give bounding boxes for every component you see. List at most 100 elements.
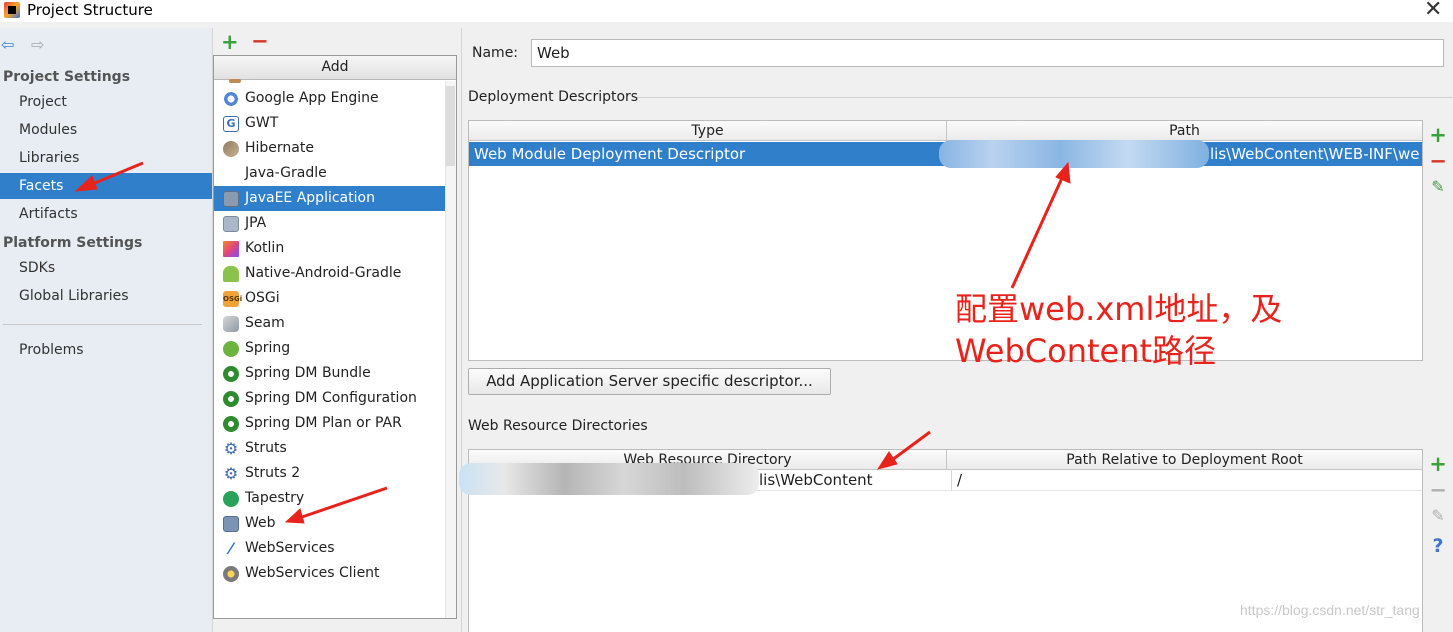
list-item-label: OSGi (245, 290, 280, 306)
add-directory-icon[interactable]: + (1428, 453, 1448, 475)
redacted-directory-blur (459, 463, 759, 495)
column-header-relative-path[interactable]: Path Relative to Deployment Root (946, 450, 1422, 470)
table-row[interactable]: lis\WebContent / (459, 463, 1422, 495)
back-arrow-icon[interactable]: ⇦ (1, 35, 14, 54)
list-item-label: Struts 2 (245, 465, 301, 481)
help-icon[interactable]: ? (1428, 535, 1448, 557)
close-icon[interactable]: ✕ (1424, 0, 1442, 22)
add-facet-icon[interactable]: + (221, 30, 239, 54)
edit-descriptor-icon[interactable]: ✎ (1428, 176, 1448, 198)
struts-gear-icon: ⚙ (223, 439, 239, 458)
list-item[interactable]: G GWT (214, 111, 456, 136)
list-item-label: Native-Android-Gradle (245, 265, 402, 281)
list-item[interactable]: Native-Android-Gradle (214, 261, 456, 286)
deployment-descriptors-heading: Deployment Descriptors (468, 89, 639, 105)
annotation-text: 配置web.xml地址，及 WebContent路径 (955, 288, 1282, 372)
edit-directory-icon[interactable]: ✎ (1428, 505, 1448, 527)
list-item[interactable]: Java-Gradle (214, 161, 456, 186)
list-item-label: Seam (245, 315, 285, 331)
column-header-type[interactable]: Type (469, 121, 946, 141)
list-item[interactable]: Spring DM Configuration (214, 386, 456, 411)
project-settings-header: Project Settings (3, 69, 131, 85)
hibernate-icon (223, 141, 239, 157)
popup-title: Add (214, 56, 456, 80)
nav-item-problems[interactable]: Problems (0, 337, 212, 363)
webservices-icon: ⁄ (229, 539, 233, 558)
remove-descriptor-icon[interactable]: − (1428, 150, 1448, 172)
name-label: Name: (472, 45, 519, 61)
list-item[interactable]: JPA (214, 211, 456, 236)
forward-arrow-icon[interactable]: ⇨ (31, 35, 44, 54)
facets-column: + − Add Google App Engine G GWT Hibernate… (212, 28, 461, 632)
list-item-label: Tapestry (245, 490, 305, 506)
list-item-label: Spring DM Plan or PAR (245, 415, 402, 431)
list-item-label: Hibernate (245, 140, 314, 156)
nav-item-artifacts[interactable]: Artifacts (0, 201, 212, 227)
list-item[interactable]: WebServices Client (214, 561, 456, 586)
list-item[interactable]: Hibernate (214, 136, 456, 161)
nav-item-modules[interactable]: Modules (0, 117, 212, 143)
remove-facet-icon[interactable]: − (251, 29, 269, 53)
intellij-app-icon (4, 2, 20, 18)
osgi-icon: OSGi (223, 291, 242, 307)
tapestry-icon (223, 491, 239, 507)
list-item[interactable]: Spring (214, 336, 456, 361)
platform-settings-header: Platform Settings (3, 235, 143, 251)
list-item[interactable]: ⁄ WebServices (214, 536, 456, 561)
list-item-label: Spring (245, 340, 291, 356)
relative-path-cell: / (951, 469, 1421, 491)
settings-navigation: ⇦ ⇨ Project Settings Project Modules Lib… (0, 28, 212, 632)
list-item-label: WebServices Client (245, 565, 380, 581)
name-field[interactable]: Web (531, 39, 1444, 67)
list-item-label: Google App Engine (245, 90, 379, 106)
facet-type-list: Google App Engine G GWT Hibernate Java-Gr… (214, 86, 456, 586)
watermark: https://blog.csdn.net/str_tang (1240, 602, 1420, 618)
column-header-path[interactable]: Path (946, 121, 1422, 141)
kotlin-icon (223, 241, 239, 257)
nav-item-facets[interactable]: Facets (0, 173, 212, 199)
list-item[interactable]: OSGi OSGi (214, 286, 456, 311)
list-item-label: Kotlin (245, 240, 285, 256)
nav-item-project[interactable]: Project (0, 89, 212, 115)
web-resource-directories-heading: Web Resource Directories (468, 418, 648, 434)
list-item[interactable]: Spring DM Bundle (214, 361, 456, 386)
android-icon (223, 266, 239, 282)
list-item[interactable]: Tapestry (214, 486, 456, 511)
list-item-label: Struts (245, 440, 287, 456)
scrolled-item-icon (229, 79, 241, 83)
annotation-line-1: 配置web.xml地址，及 (955, 290, 1283, 328)
list-item[interactable]: Seam (214, 311, 456, 336)
add-server-descriptor-button[interactable]: Add Application Server specific descript… (468, 368, 831, 395)
nav-item-global-libraries[interactable]: Global Libraries (0, 283, 212, 309)
directory-cell: lis\WebContent (759, 471, 873, 489)
list-item[interactable]: ⚙ Struts (214, 436, 456, 461)
seam-icon (223, 316, 239, 332)
list-item[interactable]: JavaEE Application (214, 186, 456, 211)
list-item[interactable]: Web (214, 511, 456, 536)
list-item[interactable]: ⚙ Struts 2 (214, 461, 456, 486)
nav-item-libraries[interactable]: Libraries (0, 145, 212, 171)
redacted-path-blur (939, 140, 1209, 168)
app-engine-icon (223, 91, 239, 107)
list-item[interactable]: Google App Engine (214, 86, 456, 111)
list-scroll-thumb[interactable] (446, 86, 455, 166)
struts2-gear-icon: ⚙ (223, 464, 239, 483)
title-bar: Project Structure ✕ (0, 0, 1453, 22)
remove-directory-icon[interactable]: − (1428, 479, 1448, 501)
list-item-label: JavaEE Application (245, 190, 375, 206)
descriptor-path-cell: lis\WebContent\WEB-INF\we (1210, 145, 1420, 163)
list-item-label: WebServices (245, 540, 335, 556)
add-descriptor-icon[interactable]: + (1428, 124, 1448, 146)
spring-dm-plan-icon (223, 416, 239, 432)
list-item-label: Spring DM Configuration (245, 390, 417, 406)
list-item[interactable]: Kotlin (214, 236, 456, 261)
nav-divider (3, 324, 202, 325)
table-row[interactable]: Web Module Deployment Descriptor lis\Web… (469, 140, 1422, 168)
descriptor-type-cell: Web Module Deployment Descriptor (474, 145, 746, 163)
section-divider (637, 97, 1452, 98)
spring-dm-bundle-icon (223, 366, 239, 382)
list-item[interactable]: Spring DM Plan or PAR (214, 411, 456, 436)
spring-icon (223, 341, 239, 357)
nav-item-sdks[interactable]: SDKs (0, 255, 212, 281)
list-item-label: Web (245, 515, 276, 531)
